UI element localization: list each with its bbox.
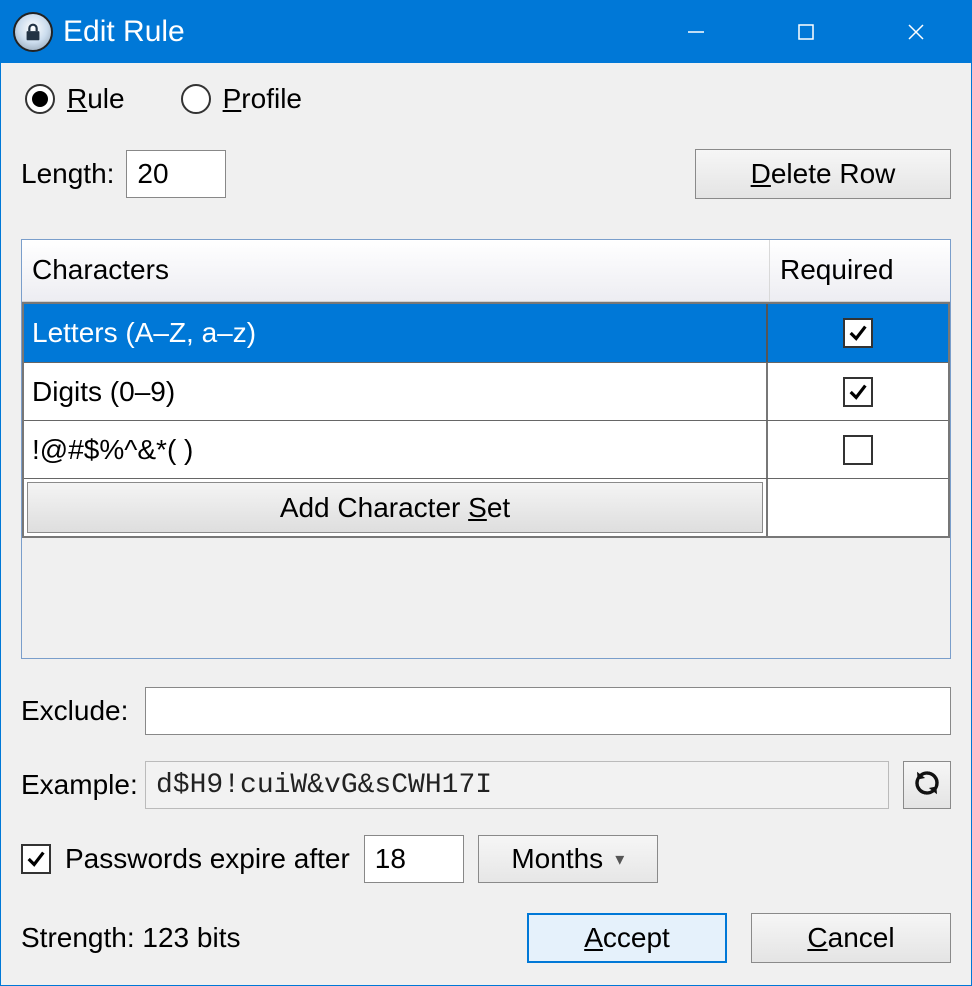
- expire-value-input[interactable]: [364, 835, 464, 883]
- table-row[interactable]: Digits (0–9): [24, 362, 948, 420]
- edit-rule-window: Edit Rule Rule Profile: [0, 0, 972, 986]
- expire-row: Passwords expire after Months ▾: [21, 835, 951, 883]
- expire-unit-label: Months: [511, 843, 603, 875]
- required-checkbox[interactable]: [843, 377, 873, 407]
- charset-cell: Digits (0–9): [24, 363, 768, 420]
- charset-table: Characters Required Letters (A–Z, a–z) D…: [21, 239, 951, 659]
- footer-row: Strength: 123 bits Accept Cancel: [21, 913, 951, 963]
- delete-row-button[interactable]: Delete Row: [695, 149, 951, 199]
- required-cell: [768, 421, 948, 478]
- add-charset-button[interactable]: Add Character Set: [27, 482, 763, 533]
- refresh-icon: [912, 768, 942, 803]
- radio-indicator: [25, 84, 55, 114]
- add-charset-post: et: [487, 492, 510, 523]
- example-label: Example:: [21, 769, 131, 801]
- exclude-label: Exclude:: [21, 695, 131, 727]
- window-controls: [641, 1, 971, 63]
- mode-radio-group: Rule Profile: [21, 83, 951, 115]
- profile-radio[interactable]: Profile: [181, 83, 302, 115]
- exclude-row: Exclude:: [21, 687, 951, 735]
- required-cell: [768, 304, 948, 362]
- rule-radio[interactable]: Rule: [25, 83, 125, 115]
- charset-cell: Letters (A–Z, a–z): [24, 304, 768, 362]
- required-cell: [768, 363, 948, 420]
- expire-checkbox[interactable]: [21, 844, 51, 874]
- length-input[interactable]: [126, 150, 226, 198]
- required-checkbox[interactable]: [843, 435, 873, 465]
- length-label: Length:: [21, 158, 114, 190]
- example-output: d$H9!cuiW&vG&sCWH17I: [145, 761, 889, 809]
- rule-radio-label: Rule: [67, 83, 125, 115]
- window-title: Edit Rule: [63, 15, 641, 49]
- profile-radio-label: Profile: [223, 83, 302, 115]
- accept-button[interactable]: Accept: [527, 913, 727, 963]
- col-required[interactable]: Required: [770, 240, 950, 301]
- add-charset-ul: S: [468, 492, 487, 523]
- titlebar: Edit Rule: [1, 1, 971, 63]
- minimize-button[interactable]: [641, 1, 751, 63]
- table-row[interactable]: !@#$%^&*( ): [24, 420, 948, 478]
- dialog-body: Rule Profile Length: Delete Row Characte…: [1, 63, 971, 985]
- expire-unit-select[interactable]: Months ▾: [478, 835, 658, 883]
- length-row: Length: Delete Row: [21, 149, 951, 199]
- cancel-button[interactable]: Cancel: [751, 913, 951, 963]
- radio-indicator: [181, 84, 211, 114]
- table-row[interactable]: Letters (A–Z, a–z): [24, 304, 948, 362]
- regenerate-button[interactable]: [903, 761, 951, 809]
- close-button[interactable]: [861, 1, 971, 63]
- example-row: Example: d$H9!cuiW&vG&sCWH17I: [21, 761, 951, 809]
- table-header: Characters Required: [22, 240, 950, 302]
- exclude-input[interactable]: [145, 687, 951, 735]
- delete-row-label-rest: elete Row: [771, 158, 896, 189]
- cancel-button-label: Cancel: [807, 922, 894, 954]
- expire-label: Passwords expire after: [65, 843, 350, 875]
- chevron-down-icon: ▾: [615, 849, 624, 870]
- accept-button-label: Accept: [584, 922, 670, 954]
- col-characters[interactable]: Characters: [22, 240, 770, 301]
- strength-label: Strength: 123 bits: [21, 922, 503, 954]
- table-body: Letters (A–Z, a–z) Digits (0–9): [22, 302, 950, 538]
- maximize-button[interactable]: [751, 1, 861, 63]
- charset-cell: !@#$%^&*( ): [24, 421, 768, 478]
- add-charset-pre: Add Character: [280, 492, 468, 523]
- required-checkbox[interactable]: [843, 318, 873, 348]
- app-lock-icon: [13, 12, 53, 52]
- table-row-add: Add Character Set: [24, 478, 948, 536]
